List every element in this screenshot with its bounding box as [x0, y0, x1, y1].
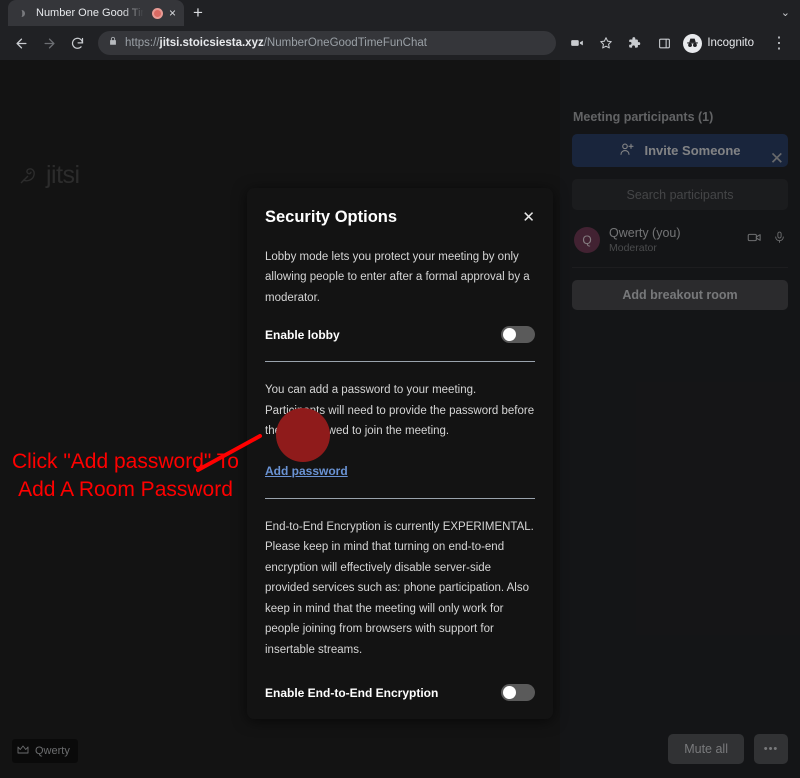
url-host: jitsi.stoicsiesta.xyz [160, 37, 264, 49]
address-bar[interactable]: https://jitsi.stoicsiesta.xyz/NumberOneG… [98, 31, 556, 55]
enable-e2ee-row: Enable End-to-End Encryption [265, 684, 535, 701]
e2ee-description: End-to-End Encryption is currently EXPER… [265, 517, 535, 660]
back-button[interactable] [8, 30, 34, 56]
close-icon[interactable]: ✕ [522, 210, 535, 225]
participant-media-icons [747, 230, 786, 250]
enable-lobby-label: Enable lobby [265, 328, 340, 342]
invite-someone-button[interactable]: Invite Someone [572, 134, 788, 167]
media-cast-icon[interactable] [564, 30, 590, 56]
tab-favicon-icon [18, 7, 30, 19]
toggle-knob [503, 328, 516, 341]
enable-e2ee-toggle[interactable] [501, 684, 535, 701]
forward-button[interactable] [36, 30, 62, 56]
toolbar-right-actions: Incognito ⋮ [564, 30, 792, 56]
participant-role: Moderator [609, 242, 738, 255]
tab-strip: Number One Good Time Fun Chat × + ⌄ [0, 0, 800, 26]
enable-e2ee-label: Enable End-to-End Encryption [265, 686, 438, 700]
participants-title: Meeting participants (1) [572, 110, 788, 124]
security-options-dialog: Security Options ✕ Lobby mode lets you p… [247, 188, 553, 719]
incognito-label: Incognito [707, 37, 754, 49]
enable-lobby-row: Enable lobby [265, 326, 535, 343]
crown-icon [17, 742, 29, 760]
jitsi-app: jitsi Qwerty ✕ Meeting participants (1) … [0, 60, 800, 778]
reload-button[interactable] [64, 30, 90, 56]
toggle-knob [503, 686, 516, 699]
divider [265, 361, 535, 362]
participant-name: Qwerty (you) [609, 226, 738, 242]
panel-footer-actions: Mute all ••• [572, 734, 788, 764]
close-panel-icon[interactable]: ✕ [770, 150, 784, 167]
bookmark-star-icon[interactable] [593, 30, 619, 56]
incognito-avatar-icon [683, 34, 702, 53]
browser-menu-button[interactable]: ⋮ [766, 30, 792, 56]
url-path: /NumberOneGoodTimeFunChat [264, 37, 427, 49]
dialog-header: Security Options ✕ [265, 208, 535, 227]
tab-list-chevron-icon[interactable]: ⌄ [781, 6, 790, 19]
search-participants-input[interactable]: Search participants [572, 179, 788, 210]
self-name-label: Qwerty [35, 745, 70, 757]
address-bar-url: https://jitsi.stoicsiesta.xyz/NumberOneG… [125, 37, 427, 49]
jitsi-logo-text: jitsi [46, 161, 80, 190]
recording-dot-icon [152, 8, 163, 19]
extensions-puzzle-icon[interactable] [622, 30, 648, 56]
incognito-indicator[interactable]: Incognito [680, 31, 763, 55]
add-password-link[interactable]: Add password [265, 464, 348, 478]
jitsi-logo-icon [18, 160, 42, 191]
mute-all-button[interactable]: Mute all [668, 734, 744, 764]
add-person-icon [619, 141, 635, 160]
camera-icon[interactable] [747, 230, 762, 250]
self-name-pill: Qwerty [12, 739, 78, 763]
participants-panel: ✕ Meeting participants (1) Invite Someon… [560, 60, 800, 778]
browser-chrome: Number One Good Time Fun Chat × + ⌄ http… [0, 0, 800, 60]
microphone-icon[interactable] [773, 230, 786, 250]
avatar: Q [574, 227, 600, 253]
side-panel-icon[interactable] [651, 30, 677, 56]
participant-names: Qwerty (you) Moderator [609, 226, 738, 255]
tab-title: Number One Good Time Fun Chat [36, 7, 146, 19]
tab-close-icon[interactable]: × [169, 7, 176, 19]
new-tab-button[interactable]: + [184, 0, 212, 26]
lock-icon [108, 34, 118, 52]
browser-toolbar: https://jitsi.stoicsiesta.xyz/NumberOneG… [0, 26, 800, 60]
lobby-description: Lobby mode lets you protect your meeting… [265, 247, 535, 308]
divider [265, 498, 535, 499]
password-description: You can add a password to your meeting. … [265, 380, 535, 441]
browser-tab[interactable]: Number One Good Time Fun Chat × [8, 0, 184, 26]
page-title: Security Options [265, 208, 397, 227]
jitsi-watermark: jitsi [18, 160, 80, 191]
url-scheme: https:// [125, 37, 160, 49]
more-options-button[interactable]: ••• [754, 734, 788, 764]
annotation-text: Click "Add password" To Add A Room Passw… [8, 448, 243, 503]
participant-row[interactable]: Q Qwerty (you) Moderator [572, 216, 788, 268]
add-breakout-room-button[interactable]: Add breakout room [572, 280, 788, 310]
invite-someone-label: Invite Someone [644, 143, 740, 158]
enable-lobby-toggle[interactable] [501, 326, 535, 343]
